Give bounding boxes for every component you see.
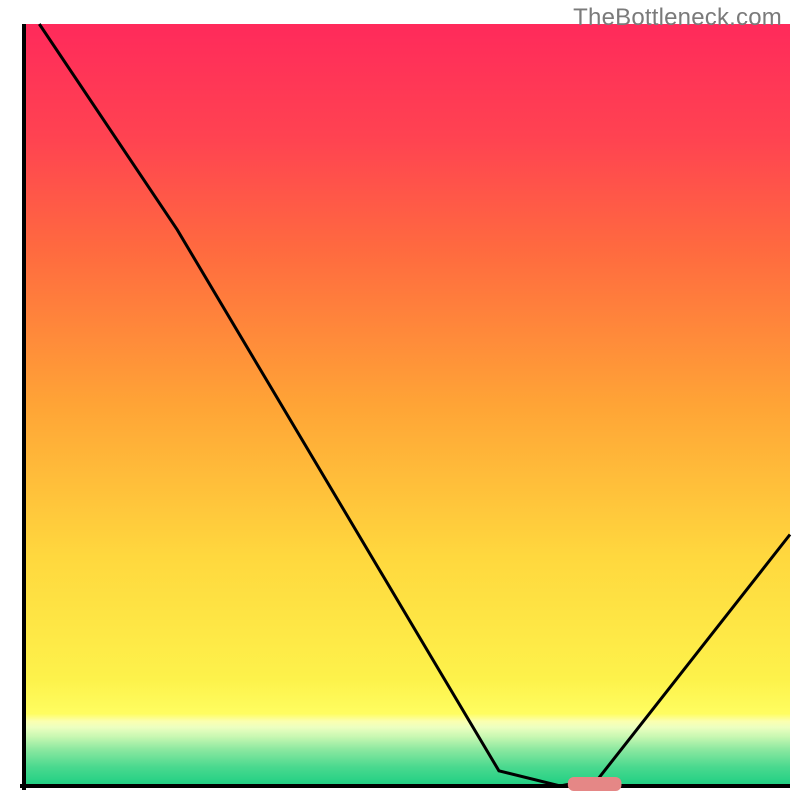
bottleneck-chart — [0, 0, 800, 800]
chart-container: TheBottleneck.com — [0, 0, 800, 800]
plot-background — [24, 24, 790, 786]
optimal-marker — [568, 777, 622, 791]
watermark-text: TheBottleneck.com — [573, 4, 782, 32]
